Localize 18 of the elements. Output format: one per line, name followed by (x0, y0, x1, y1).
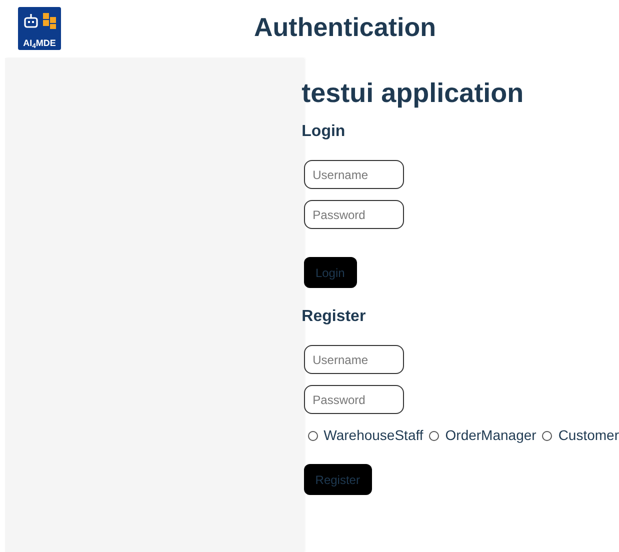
radio-label: Customer (558, 426, 619, 445)
radio-label: WarehouseStaff (324, 426, 424, 445)
radio-button[interactable] (429, 430, 440, 440)
robot-blocks-icon (22, 12, 58, 30)
radio-label: OrderManager (445, 426, 536, 445)
app-title: testui application (302, 77, 525, 110)
input-field[interactable]: Username (304, 345, 404, 374)
login-button[interactable]: Login (304, 257, 357, 288)
section-heading: Register (302, 307, 367, 327)
logo-text: AI$_{4}$MDE (23, 39, 56, 48)
radio-button[interactable] (308, 430, 318, 440)
register-button[interactable]: Register (304, 464, 372, 495)
radio-button[interactable] (542, 430, 552, 440)
input-field[interactable]: Username (304, 160, 404, 189)
page-title: Authentication (254, 11, 436, 44)
section-heading: Login (302, 122, 346, 142)
input-field[interactable]: Password (304, 385, 404, 414)
input-field[interactable]: Password (304, 200, 404, 229)
